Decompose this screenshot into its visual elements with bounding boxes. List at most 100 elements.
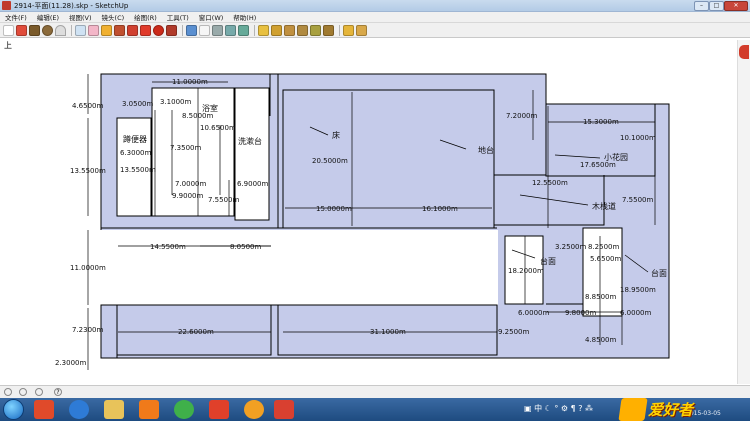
dim-label: 9.8000m: [565, 309, 596, 317]
dim-label: 15.3000m: [583, 118, 619, 126]
push-pull-icon[interactable]: [114, 24, 125, 36]
chrome-icon[interactable]: [244, 400, 264, 419]
menu-window[interactable]: 窗口(W): [194, 12, 229, 22]
window-title: 2914-平面(11.28).skp - SketchUp: [14, 2, 129, 10]
dim-label: 31.1000m: [370, 328, 406, 336]
dim-label: 7.3500m: [170, 144, 201, 152]
left-view-icon[interactable]: [323, 24, 334, 36]
dim-label: 8.5000m: [182, 112, 213, 120]
dim-label: 14.5500m: [150, 243, 186, 251]
media-player-icon[interactable]: [139, 400, 159, 419]
dim-label: 6.3000m: [120, 149, 151, 157]
dim-label: 9.2500m: [498, 328, 529, 336]
maximize-button[interactable]: □: [709, 1, 724, 11]
label-stage-a: 台面: [540, 256, 556, 266]
menu-edit[interactable]: 编辑(E): [32, 12, 64, 22]
line-icon[interactable]: [16, 24, 27, 36]
system-tray: ▣ 中 ☾ ° ⚙ ¶ ? ⁂: [524, 404, 594, 413]
move-icon[interactable]: [140, 24, 151, 36]
zoom-icon[interactable]: [212, 24, 223, 36]
side-tray: [737, 40, 750, 384]
rotate-icon[interactable]: [153, 24, 164, 36]
dim-label: 18.9500m: [620, 286, 656, 294]
menu-camera[interactable]: 镜头(C): [97, 12, 130, 22]
drawing-canvas[interactable]: 蹲便器 浴室 洗漱台 床 地台 小花园 木栈道 台面 台面 11.0000m 4…: [0, 39, 750, 384]
geo-location-icon[interactable]: [4, 388, 12, 396]
file-explorer-icon[interactable]: [104, 400, 124, 419]
dim-label: 22.6000m: [178, 328, 214, 336]
make-component-icon[interactable]: [75, 24, 86, 36]
dim-label: 16.1000m: [422, 205, 458, 213]
zoom-window-icon[interactable]: [225, 24, 236, 36]
paint-bucket-icon[interactable]: [101, 24, 112, 36]
watermark-logo: 爱好者: [618, 398, 740, 421]
zoom-extents-icon[interactable]: [238, 24, 249, 36]
menu-tools[interactable]: 工具(T): [162, 12, 194, 22]
user-icon[interactable]: [35, 388, 43, 396]
dim-label: 5.6500m: [590, 255, 621, 263]
start-button[interactable]: [3, 399, 24, 420]
back-view-icon[interactable]: [310, 24, 321, 36]
dim-label: 7.0000m: [175, 180, 206, 188]
sketchup-taskbar-icon[interactable]: [274, 400, 294, 419]
label-stage-b: 台面: [651, 268, 667, 278]
toolbar-separator: [71, 24, 72, 36]
dim-label: 3.2500m: [555, 243, 586, 251]
sketchup-app-icon: [2, 1, 11, 10]
right-view-icon[interactable]: [297, 24, 308, 36]
front-view-icon[interactable]: [284, 24, 295, 36]
dim-label: 8.0500m: [230, 243, 261, 251]
room-stage-right: [582, 227, 623, 317]
pan-icon[interactable]: [199, 24, 210, 36]
dim-label: 7.2300m: [72, 326, 103, 334]
dim-label: 6.0000m: [518, 309, 549, 317]
share-model-icon[interactable]: [356, 24, 367, 36]
get-models-icon[interactable]: [343, 24, 354, 36]
dim-label: 6.0000m: [620, 309, 651, 317]
close-button[interactable]: ✕: [724, 1, 748, 11]
dim-label: 4.8500m: [585, 336, 616, 344]
iso-view-icon[interactable]: [258, 24, 269, 36]
label-bathroom: 蹲便器: [123, 134, 147, 144]
circle-icon[interactable]: [42, 24, 53, 36]
view-name-label: 上: [4, 41, 12, 50]
rectangle-icon[interactable]: [29, 24, 40, 36]
dim-label: 17.6500m: [580, 161, 616, 169]
help-icon[interactable]: ?: [54, 388, 62, 396]
toolbar-separator: [339, 24, 340, 36]
menu-draw[interactable]: 绘图(R): [129, 12, 162, 22]
status-bar: ?: [0, 385, 750, 398]
menu-help[interactable]: 帮助(H): [228, 12, 261, 22]
ruby-console-icon[interactable]: [739, 45, 749, 59]
dim-label: 11.0000m: [172, 78, 208, 86]
follow-me-icon[interactable]: [127, 24, 138, 36]
label-washbasin: 洗漱台: [238, 136, 262, 146]
select-icon[interactable]: [3, 24, 14, 36]
dim-label: 2.3000m: [55, 359, 86, 367]
dim-label: 13.5500m: [70, 167, 106, 175]
dim-label: 20.5000m: [312, 157, 348, 165]
dim-label: 7.5500m: [622, 196, 653, 204]
taskbar-app-icon[interactable]: [209, 400, 229, 419]
internet-explorer-icon[interactable]: [69, 400, 89, 419]
toolbar-separator: [182, 24, 183, 36]
offset-icon[interactable]: [166, 24, 177, 36]
browser-icon[interactable]: [174, 400, 194, 419]
credits-icon[interactable]: [19, 388, 27, 396]
menu-bar: 文件(F) 编辑(E) 视图(V) 镜头(C) 绘图(R) 工具(T) 窗口(W…: [0, 12, 750, 23]
room-washbasin: [234, 87, 270, 221]
dim-label: 18.2000m: [508, 267, 544, 275]
label-bed: 床: [332, 130, 340, 140]
arc-icon[interactable]: [55, 24, 66, 36]
dim-label: 13.5500m: [120, 166, 156, 174]
dim-label: 4.6500m: [72, 102, 103, 110]
taskbar-app-icon[interactable]: [34, 400, 54, 419]
dim-label: 3.1000m: [160, 98, 191, 106]
orbit-icon[interactable]: [186, 24, 197, 36]
menu-file[interactable]: 文件(F): [0, 12, 32, 22]
menu-view[interactable]: 视图(V): [64, 12, 97, 22]
minimize-button[interactable]: –: [694, 1, 709, 11]
top-view-icon[interactable]: [271, 24, 282, 36]
eraser-icon[interactable]: [88, 24, 99, 36]
dim-label: 15.0000m: [316, 205, 352, 213]
